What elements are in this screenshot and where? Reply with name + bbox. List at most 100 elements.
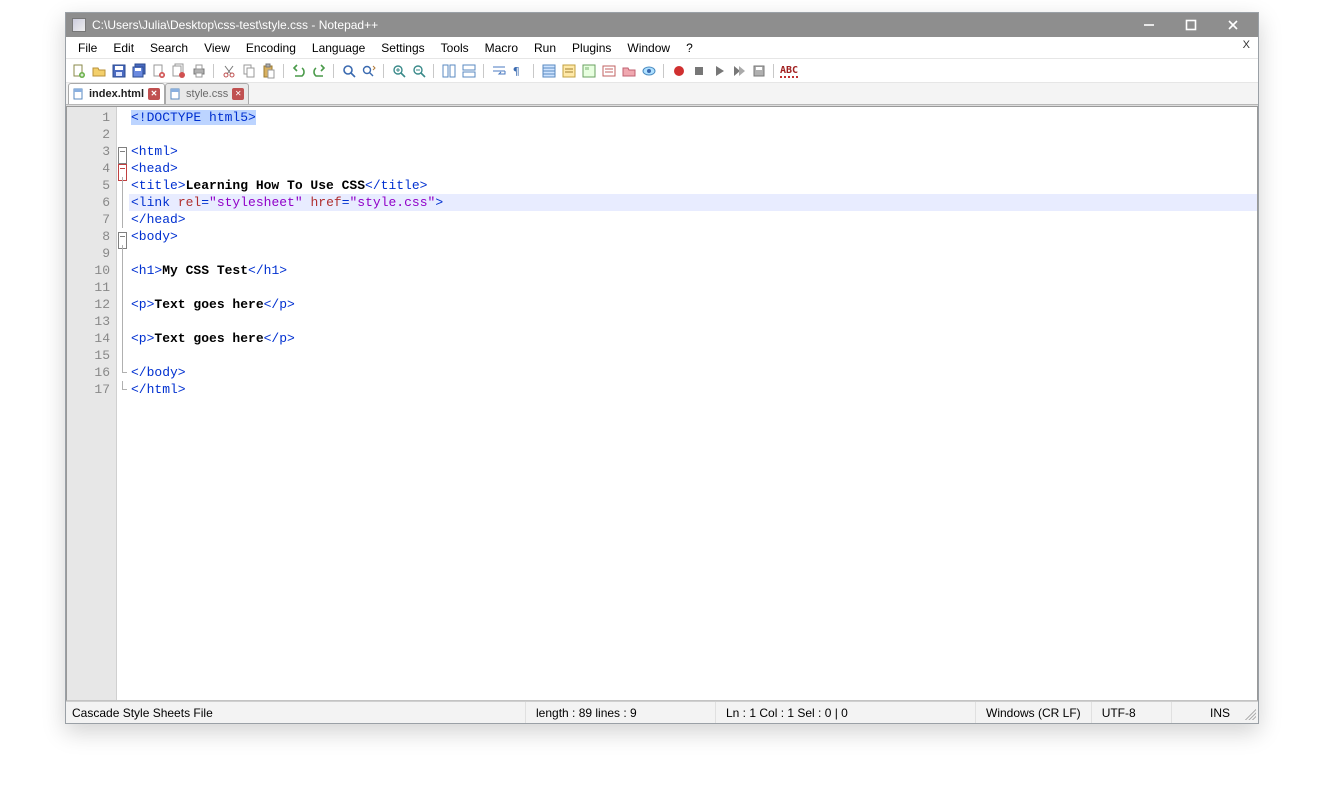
undo-icon[interactable]	[290, 62, 308, 80]
code-line[interactable]: <title>Learning How To Use CSS</title>	[129, 177, 1257, 194]
save-macro-icon[interactable]	[750, 62, 768, 80]
code-line[interactable]: </html>	[129, 381, 1257, 398]
line-number[interactable]: 8	[69, 228, 110, 245]
replace-icon[interactable]	[360, 62, 378, 80]
lang-udl-icon[interactable]	[560, 62, 578, 80]
stop-macro-icon[interactable]	[690, 62, 708, 80]
sync-h-icon[interactable]	[460, 62, 478, 80]
sync-v-icon[interactable]	[440, 62, 458, 80]
code-line[interactable]	[129, 245, 1257, 262]
play-multi-icon[interactable]	[730, 62, 748, 80]
fold-cell[interactable]	[117, 279, 129, 296]
menu-tools[interactable]: Tools	[433, 39, 477, 57]
code-line[interactable]: <body>	[129, 228, 1257, 245]
menu-file[interactable]: File	[70, 39, 105, 57]
titlebar[interactable]: C:\Users\Julia\Desktop\css-test\style.cs…	[66, 13, 1258, 37]
line-number[interactable]: 9	[69, 245, 110, 262]
doc-map-icon[interactable]	[580, 62, 598, 80]
line-number[interactable]: 17	[69, 381, 110, 398]
status-eol[interactable]: Windows (CR LF)	[976, 702, 1092, 723]
close-button[interactable]	[1212, 14, 1254, 36]
indent-guide-icon[interactable]	[540, 62, 558, 80]
cut-icon[interactable]	[220, 62, 238, 80]
line-number[interactable]: 1	[69, 109, 110, 126]
func-list-icon[interactable]	[600, 62, 618, 80]
menu-?[interactable]: ?	[678, 39, 701, 57]
resize-grip-icon[interactable]	[1242, 706, 1256, 720]
code-line[interactable]: </head>	[129, 211, 1257, 228]
record-macro-icon[interactable]	[670, 62, 688, 80]
fold-cell[interactable]	[117, 177, 129, 194]
zoom-out-icon[interactable]	[410, 62, 428, 80]
fold-column[interactable]	[117, 107, 129, 700]
line-number[interactable]: 13	[69, 313, 110, 330]
status-mode[interactable]: INS	[1200, 702, 1238, 723]
minimize-button[interactable]	[1128, 14, 1170, 36]
menu-run[interactable]: Run	[526, 39, 564, 57]
menu-language[interactable]: Language	[304, 39, 373, 57]
code-line[interactable]: <p>Text goes here</p>	[129, 296, 1257, 313]
menu-window[interactable]: Window	[619, 39, 678, 57]
paste-icon[interactable]	[260, 62, 278, 80]
tab-style-css[interactable]: style.css✕	[165, 83, 249, 104]
code-line[interactable]	[129, 313, 1257, 330]
line-number[interactable]: 11	[69, 279, 110, 296]
fold-cell[interactable]	[117, 228, 129, 245]
line-number[interactable]: 14	[69, 330, 110, 347]
fold-cell[interactable]	[117, 330, 129, 347]
menu-settings[interactable]: Settings	[373, 39, 432, 57]
code-line[interactable]: <html>	[129, 143, 1257, 160]
new-file-icon[interactable]	[70, 62, 88, 80]
line-number[interactable]: 2	[69, 126, 110, 143]
code-line[interactable]: <link rel="stylesheet" href="style.css">	[129, 194, 1257, 211]
save-icon[interactable]	[110, 62, 128, 80]
redo-icon[interactable]	[310, 62, 328, 80]
fold-cell[interactable]	[117, 126, 129, 143]
fold-cell[interactable]	[117, 313, 129, 330]
fold-cell[interactable]	[117, 262, 129, 279]
menu-plugins[interactable]: Plugins	[564, 39, 619, 57]
print-icon[interactable]	[190, 62, 208, 80]
fold-cell[interactable]	[117, 347, 129, 364]
code-line[interactable]: <p>Text goes here</p>	[129, 330, 1257, 347]
all-chars-icon[interactable]: ¶	[510, 62, 528, 80]
line-number[interactable]: 7	[69, 211, 110, 228]
code-line[interactable]	[129, 279, 1257, 296]
line-number[interactable]: 12	[69, 296, 110, 313]
code-line[interactable]: <head>	[129, 160, 1257, 177]
spellcheck-abc-icon[interactable]: ABC	[780, 62, 798, 80]
line-number[interactable]: 4	[69, 160, 110, 177]
tab-index-html[interactable]: index.html✕	[68, 83, 165, 104]
find-icon[interactable]	[340, 62, 358, 80]
close-file-icon[interactable]	[150, 62, 168, 80]
fold-cell[interactable]	[117, 381, 129, 398]
code-line[interactable]: </body>	[129, 364, 1257, 381]
wordwrap-icon[interactable]	[490, 62, 508, 80]
close-all-icon[interactable]	[170, 62, 188, 80]
code-line[interactable]: <!DOCTYPE html5>	[129, 109, 1257, 126]
fold-cell[interactable]	[117, 194, 129, 211]
maximize-button[interactable]	[1170, 14, 1212, 36]
status-encoding[interactable]: UTF-8	[1092, 702, 1172, 723]
save-all-icon[interactable]	[130, 62, 148, 80]
line-number[interactable]: 15	[69, 347, 110, 364]
fold-cell[interactable]	[117, 296, 129, 313]
menu-macro[interactable]: Macro	[477, 39, 526, 57]
tab-close-icon[interactable]: ✕	[232, 88, 244, 100]
fold-cell[interactable]	[117, 364, 129, 381]
fold-cell[interactable]	[117, 109, 129, 126]
zoom-in-icon[interactable]	[390, 62, 408, 80]
code-line[interactable]	[129, 347, 1257, 364]
code-line[interactable]: <h1>My CSS Test</h1>	[129, 262, 1257, 279]
line-number[interactable]: 16	[69, 364, 110, 381]
open-file-icon[interactable]	[90, 62, 108, 80]
menu-search[interactable]: Search	[142, 39, 196, 57]
menu-edit[interactable]: Edit	[105, 39, 142, 57]
fold-cell[interactable]	[117, 143, 129, 160]
restore-doc-button[interactable]: X	[1239, 39, 1254, 51]
line-number[interactable]: 5	[69, 177, 110, 194]
menu-view[interactable]: View	[196, 39, 238, 57]
monitor-icon[interactable]	[640, 62, 658, 80]
code-content[interactable]: <!DOCTYPE html5> <html><head><title>Learn…	[129, 107, 1257, 700]
fold-cell[interactable]	[117, 160, 129, 177]
